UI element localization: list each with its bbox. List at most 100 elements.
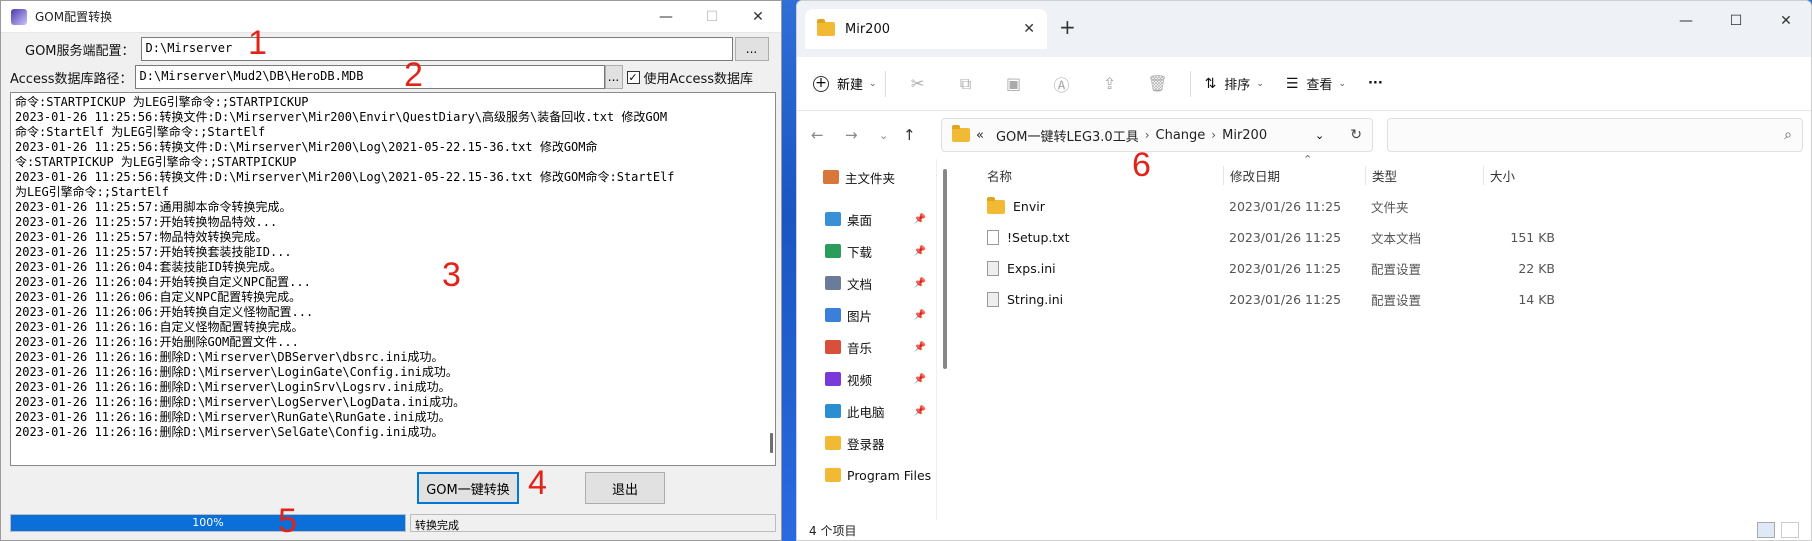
address-dropdown-icon[interactable]: ⌄: [1315, 129, 1324, 142]
column-date[interactable]: 修改日期: [1223, 165, 1365, 185]
nav-scrollbar[interactable]: [943, 169, 947, 369]
explorer-maximize-button[interactable]: ☐: [1711, 1, 1761, 41]
refresh-icon[interactable]: ↻: [1350, 127, 1362, 143]
explorer-close-button[interactable]: ✕: [1761, 1, 1811, 41]
nav-item-label: 登录器: [847, 436, 885, 452]
folder-icon: [987, 196, 1005, 214]
item-count: 4 个项目: [809, 524, 857, 538]
log-line: 2023-01-26 11:25:57:开始转换套装技能ID...: [15, 245, 292, 259]
nav-item[interactable]: 桌面 📌: [797, 203, 936, 235]
log-line: 命令:StartElf 为LEG引擎命令:;StartElf: [15, 125, 266, 139]
file-type: 文本文档: [1371, 231, 1422, 246]
paste-icon[interactable]: ▣: [990, 74, 1038, 93]
file-list: ⌃ 名称 修改日期 类型 大小 Envir 2023/01/26 11:25 文件夹…: [973, 153, 1811, 522]
new-tab-button[interactable]: +: [1059, 15, 1076, 39]
folder-icon: [817, 19, 835, 36]
nav-item[interactable]: 文档 📌: [797, 267, 936, 299]
explorer-toolbar: + 新建 ⌄ ✂ ⧉ ▣ Ⓐ ⇪ 🗑 ⇅ 排序 ⌄ ☰ 查看 ⌄ ···: [797, 57, 1811, 111]
gom-convert-button[interactable]: GOM一键转换: [417, 472, 519, 504]
nav-item[interactable]: 视频 📌: [797, 363, 936, 395]
annotation-6: 6: [1132, 146, 1151, 184]
log-scrollbar[interactable]: [770, 433, 773, 453]
search-icon: ⌕: [1784, 127, 1792, 143]
address-bar[interactable]: « GOM一键转LEG3.0工具 › Change › Mir200 ⌄ ↻: [941, 118, 1373, 152]
log-line: 2023-01-26 11:26:06:开始转换自定义怪物配置...: [15, 305, 314, 319]
log-line: 2023-01-26 11:26:16:删除D:\Mirserver\SelGa…: [15, 425, 444, 439]
close-button[interactable]: ✕: [735, 1, 781, 33]
use-access-checkbox[interactable]: ✓: [626, 70, 640, 84]
nav-item-label: 主文件夹: [845, 170, 896, 186]
breadcrumb-mir200[interactable]: Mir200: [1222, 128, 1267, 143]
server-config-input[interactable]: D:\Mirserver: [140, 37, 733, 61]
breadcrumb-change[interactable]: Change: [1156, 128, 1206, 143]
pin-icon[interactable]: 📌: [914, 246, 926, 257]
tab-mir200[interactable]: Mir200 ✕: [805, 9, 1047, 49]
pin-icon[interactable]: 📌: [914, 310, 926, 321]
nav-item[interactable]: 图片 📌: [797, 299, 936, 331]
details-view-icon[interactable]: [1757, 522, 1775, 538]
log-output[interactable]: 命令:STARTPICKUP 为LEG引擎命令:;STARTPICKUP 2023…: [10, 92, 776, 466]
new-button[interactable]: + 新建 ⌄: [813, 74, 877, 93]
nav-item[interactable]: Program Files: [797, 459, 936, 491]
explorer-tab-strip: Mir200 ✕ + — ☐ ✕: [797, 1, 1811, 57]
cut-icon[interactable]: ✂: [894, 74, 942, 93]
column-type[interactable]: 类型: [1365, 165, 1483, 185]
breadcrumb-overflow[interactable]: «: [976, 128, 984, 143]
tiles-view-icon[interactable]: [1781, 522, 1799, 538]
explorer-minimize-button[interactable]: —: [1661, 1, 1711, 41]
view-icon: ☰: [1285, 75, 1299, 92]
log-line: 2023-01-26 11:26:16:删除D:\Mirserver\DBSer…: [15, 350, 444, 364]
file-name-cell: !Setup.txt: [973, 230, 1223, 245]
nav-item[interactable]: 此电脑 📌: [797, 395, 936, 427]
column-name[interactable]: 名称: [973, 166, 1223, 185]
access-path-browse-button[interactable]: ...: [604, 65, 623, 89]
nav-item[interactable]: 登录器: [797, 427, 936, 459]
pin-icon[interactable]: 📌: [914, 374, 926, 385]
view-button[interactable]: ☰ 查看 ⌄: [1285, 74, 1346, 94]
pin-icon[interactable]: 📌: [914, 214, 926, 225]
tab-close-icon[interactable]: ✕: [1023, 21, 1035, 37]
nav-item[interactable]: 音乐 📌: [797, 331, 936, 363]
file-row[interactable]: Exps.ini 2023/01/26 11:25 配置设置 22 KB: [973, 253, 1811, 284]
log-line: 命令:STARTPICKUP 为LEG引擎命令:;STARTPICKUP: [15, 95, 309, 109]
rename-icon[interactable]: Ⓐ: [1038, 72, 1086, 96]
file-date: 2023/01/26 11:25: [1229, 199, 1342, 214]
log-line: 2023-01-26 11:26:16:删除D:\Mirserver\Login…: [15, 365, 458, 379]
copy-icon[interactable]: ⧉: [942, 74, 990, 94]
file-name-cell: Envir: [973, 196, 1223, 214]
sort-button[interactable]: ⇅ 排序 ⌄: [1205, 74, 1264, 94]
access-path-label: Access数据库路径：: [10, 71, 133, 87]
minimize-button[interactable]: —: [643, 1, 689, 33]
file-rows: Envir 2023/01/26 11:25 文件夹 !Setup.txt 2023/0…: [973, 191, 1811, 315]
nav-item[interactable]: 下载 📌: [797, 235, 936, 267]
file-row[interactable]: String.ini 2023/01/26 11:25 配置设置 14 KB: [973, 284, 1811, 315]
access-path-input[interactable]: D:\Mirserver\Mud2\DB\HeroDB.MDB: [134, 65, 605, 89]
nav-item-label: 桌面: [847, 212, 873, 228]
forward-icon[interactable]: →: [845, 126, 879, 144]
chevron-right-icon: ›: [1144, 128, 1150, 142]
exit-button[interactable]: 退出: [585, 472, 665, 504]
nav-item-label: 图片: [847, 308, 873, 324]
search-input[interactable]: ⌕: [1387, 118, 1803, 152]
server-config-browse-button[interactable]: ...: [734, 37, 769, 61]
column-size[interactable]: 大小: [1483, 165, 1563, 185]
file-row[interactable]: !Setup.txt 2023/01/26 11:25 文本文档 151 KB: [973, 222, 1811, 253]
breadcrumb-gom-tool[interactable]: GOM一键转LEG3.0工具: [996, 126, 1139, 145]
desktop-icon: [825, 212, 841, 226]
nav-item[interactable]: 主文件夹: [797, 161, 936, 193]
up-icon[interactable]: ↑: [903, 126, 937, 144]
pin-icon[interactable]: 📌: [914, 278, 926, 289]
pin-icon[interactable]: 📌: [914, 406, 926, 417]
file-row[interactable]: Envir 2023/01/26 11:25 文件夹: [973, 191, 1811, 222]
share-icon[interactable]: ⇪: [1086, 74, 1134, 93]
file-name: String.ini: [1007, 292, 1064, 307]
annotation-5: 5: [278, 502, 297, 540]
more-button[interactable]: ···: [1368, 76, 1383, 91]
pin-icon[interactable]: 📌: [914, 342, 926, 353]
file-date: 2023/01/26 11:25: [1229, 292, 1342, 307]
title-bar: GOM配置转换 — ☐ ✕: [1, 1, 781, 33]
address-row: ← → ⌄ ↑ « GOM一键转LEG3.0工具 › Change › Mir2…: [797, 111, 1811, 159]
back-icon[interactable]: ←: [811, 126, 845, 144]
delete-icon[interactable]: 🗑: [1134, 74, 1182, 93]
recent-chevron-icon[interactable]: ⌄: [879, 129, 903, 142]
